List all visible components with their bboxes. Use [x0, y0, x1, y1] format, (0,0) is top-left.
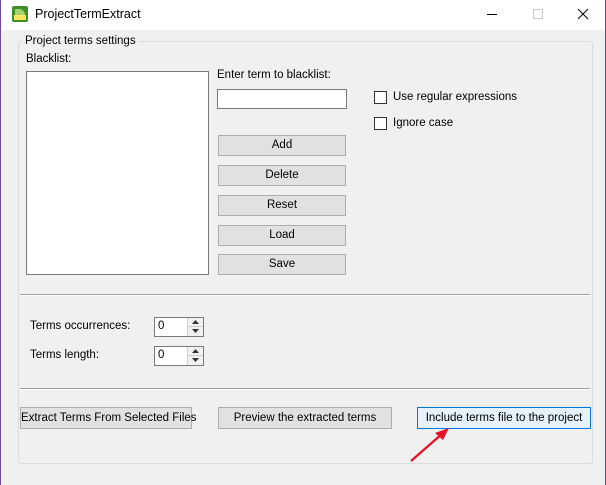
separator-top — [20, 294, 590, 296]
maximize-button[interactable] — [515, 0, 561, 30]
minimize-icon — [487, 14, 497, 15]
ignore-case-label[interactable]: Ignore case — [393, 117, 453, 129]
add-button[interactable]: Add — [218, 135, 346, 156]
chevron-up-icon — [192, 349, 199, 353]
blacklist-listbox[interactable] — [26, 71, 209, 275]
term-input[interactable] — [217, 89, 347, 109]
occurrences-down-button[interactable] — [188, 327, 203, 336]
chevron-down-icon — [192, 329, 199, 333]
app-window: ProjectTermExtract Project terms setting… — [0, 0, 606, 485]
save-button[interactable]: Save — [218, 254, 346, 275]
regex-label[interactable]: Use regular expressions — [393, 91, 517, 103]
window-title: ProjectTermExtract — [35, 7, 141, 21]
occurrences-value[interactable]: 0 — [158, 320, 164, 332]
close-button[interactable] — [560, 0, 606, 30]
occurrences-stepper[interactable]: 0 — [154, 317, 204, 337]
ignore-case-checkbox[interactable] — [374, 117, 387, 130]
maximize-icon — [533, 9, 543, 19]
length-stepper[interactable]: 0 — [154, 346, 204, 366]
regex-checkbox[interactable] — [374, 91, 387, 104]
chevron-up-icon — [192, 320, 199, 324]
chevron-down-icon — [192, 358, 199, 362]
title-bar[interactable]: ProjectTermExtract — [1, 0, 605, 30]
term-input-label: Enter term to blacklist: — [217, 69, 331, 81]
groupbox-title: Project terms settings — [23, 35, 138, 47]
minimize-button[interactable] — [469, 0, 515, 30]
length-label: Terms length: — [30, 349, 100, 361]
delete-button[interactable]: Delete — [218, 165, 346, 186]
blacklist-label: Blacklist: — [26, 53, 72, 65]
app-icon — [12, 6, 28, 22]
extract-terms-button[interactable]: Extract Terms From Selected Files — [20, 407, 197, 429]
close-icon — [577, 8, 589, 20]
preview-terms-button[interactable]: Preview the extracted terms — [218, 407, 392, 429]
occurrences-up-button[interactable] — [188, 318, 203, 327]
length-value[interactable]: 0 — [158, 349, 164, 361]
reset-button[interactable]: Reset — [218, 195, 346, 216]
length-up-button[interactable] — [188, 347, 203, 356]
length-down-button[interactable] — [188, 356, 203, 365]
load-button[interactable]: Load — [218, 225, 346, 246]
separator-bottom — [20, 388, 590, 390]
occurrences-label: Terms occurrences: — [30, 320, 131, 332]
red-arrow-icon — [410, 428, 449, 462]
